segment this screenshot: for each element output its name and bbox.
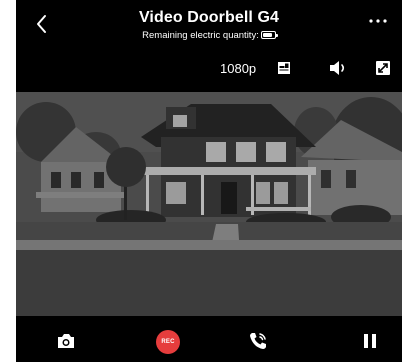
camera-icon[interactable] xyxy=(56,333,76,349)
header: Video Doorbell G4 Remaining electric qua… xyxy=(16,0,402,46)
battery-status: Remaining electric quantity: xyxy=(16,30,402,41)
video-feed[interactable] xyxy=(16,92,402,316)
battery-icon xyxy=(260,31,278,39)
record-button[interactable]: REC xyxy=(156,330,180,354)
rec-label: REC xyxy=(161,339,175,345)
house-photo xyxy=(16,92,402,316)
app-frame: Video Doorbell G4 Remaining electric qua… xyxy=(16,0,402,362)
phone-call-icon[interactable] xyxy=(248,331,268,351)
speaker-icon[interactable] xyxy=(328,60,348,76)
resolution-button[interactable]: 1080p xyxy=(220,61,256,76)
fullscreen-icon[interactable] xyxy=(375,60,391,76)
control-bar: REC xyxy=(16,322,402,362)
pause-icon[interactable] xyxy=(363,333,377,349)
battery-status-label: Remaining electric quantity: xyxy=(142,30,259,41)
sd-card-icon[interactable] xyxy=(277,61,291,75)
video-toolbar: 1080p xyxy=(16,56,402,84)
more-horizontal-icon[interactable] xyxy=(368,16,388,26)
page-title: Video Doorbell G4 xyxy=(138,9,280,26)
